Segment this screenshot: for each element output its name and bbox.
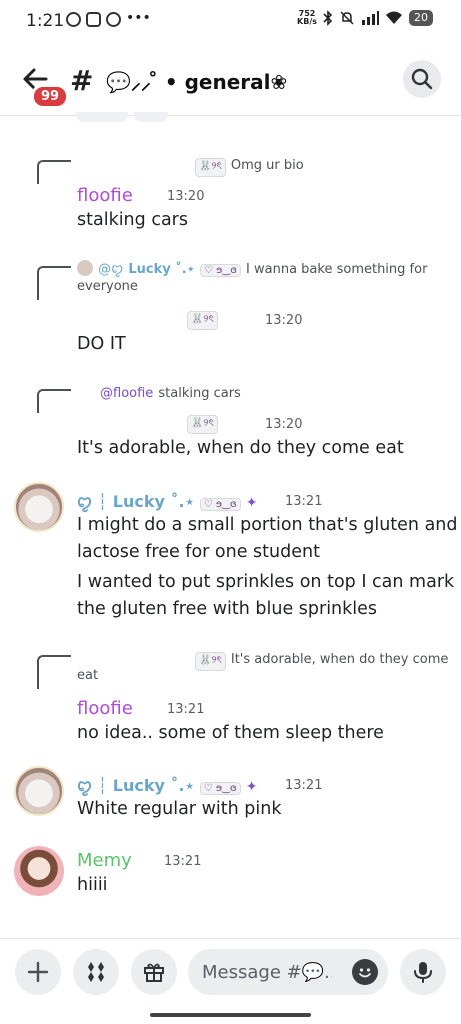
signal-icon [362,11,379,25]
reply-preview[interactable]: 🐰୨ৎ It's adorable, when do they come [195,648,448,671]
author-name[interactable]: ꨄ︎ ┆ Lucky ˚.⋆ [77,492,195,511]
avatar[interactable] [14,766,64,816]
author-tag: ♡ ɘ‿ɞ [199,264,241,277]
gift-button[interactable] [131,949,177,995]
author-name[interactable]: Memy [77,850,132,871]
channel-hash-icon: # [70,64,94,97]
reply-preview[interactable]: @floofie stalking cars [100,382,241,401]
gift-icon [144,963,164,982]
avatar [77,260,93,276]
notification-icons: ••• [66,10,151,27]
timestamp: 13:21 [164,854,202,869]
reply-connector [37,266,71,300]
messenger-icon [106,12,121,27]
message-text: the gluten free with blue sprinkles [77,599,378,619]
reply-mention: @floofie [100,386,154,401]
author-name[interactable]: floofie [77,185,133,206]
star-badge-icon: ✦ [245,495,258,511]
status-bar: 1:21 ••• 752 KB/s 20 [0,0,461,44]
instagram-icon [86,12,101,27]
home-indicator [150,1013,311,1017]
wifi-icon [386,11,402,24]
timestamp: 13:21 [285,778,323,793]
message-text: hiiii [77,875,108,895]
author-header: ꨄ︎ ┆ Lucky ˚.⋆ ♡ ɘ‿ɞ ✦ [77,773,258,797]
message-text: I might do a small portion that's gluten… [77,515,458,535]
reply-text-continued: eat [77,668,99,683]
message-text: lactose free for one student [77,542,320,562]
reply-connector [37,389,71,413]
reply-connector [37,655,71,689]
star-badge-icon: ✦ [245,779,258,795]
timestamp: 13:20 [265,417,303,432]
avatar[interactable] [14,482,64,532]
timestamp: 13:21 [167,702,205,717]
status-time: 1:21 [26,11,65,31]
channel-header: 99 # 💬⸝⸝ ̊ • general❀ › [0,44,461,116]
composer-bar [0,938,461,1024]
reply-preview[interactable]: @ꨄ︎ Lucky ˚.⋆ ♡ ɘ‿ɞ I wanna bake somethi… [77,258,427,278]
author-header: ꨄ︎ ┆ Lucky ˚.⋆ ♡ ɘ‿ɞ ✦ [77,489,258,513]
reply-mention: @ꨄ︎ [98,262,124,277]
author-tag: ♡ ɘ‿ɞ [199,782,241,795]
apps-button[interactable] [73,949,119,995]
voice-message-button[interactable] [400,949,446,995]
bluetooth-icon [323,10,333,26]
apps-icon [88,962,104,982]
plus-icon [27,961,49,983]
whatsapp-icon [66,12,81,27]
message-text: stalking cars [77,210,188,230]
emoji-button[interactable] [352,959,378,985]
battery-icon: 20 [409,10,433,26]
system-icons: 752 KB/s 20 [297,10,433,26]
add-attachment-button[interactable] [15,949,61,995]
message-text: White regular with pink [77,799,282,819]
channel-name[interactable]: 💬⸝⸝ ̊ • general❀ [106,68,287,95]
emoji-icon [359,968,371,978]
reply-text: stalking cars [158,386,241,401]
mute-icon [340,11,354,25]
author-tag[interactable]: 🐰୨ৎ [187,415,218,434]
reply-preview[interactable]: 🐰୨ৎ Omg ur bio [195,154,304,177]
microphone-icon [414,962,432,983]
reply-author: Lucky ˚.⋆ [128,262,195,277]
reaction-pill[interactable] [134,112,168,122]
reply-text: I wanna bake something for [246,262,428,277]
unread-badge: 99 [31,84,70,109]
message-text: It's adorable, when do they come eat [77,438,404,458]
message-text: no idea.. some of them sleep there [77,723,384,743]
author-tag: 🐰୨ৎ [195,652,226,671]
search-button[interactable] [403,60,441,98]
author-name[interactable]: ꨄ︎ ┆ Lucky ˚.⋆ [77,776,195,795]
timestamp: 13:20 [167,189,205,204]
timestamp: 13:21 [285,494,323,509]
author-tag[interactable]: 🐰୨ৎ [187,311,218,330]
author-name[interactable]: floofie [77,698,133,719]
search-icon [411,68,433,90]
reply-text: It's adorable, when do they come [230,652,449,667]
chevron-right-icon[interactable]: › [278,68,285,89]
reply-connector [37,160,71,184]
author-tag: ♡ ɘ‿ɞ [199,498,241,511]
network-speed: 752 KB/s [297,9,317,26]
reaction-pill[interactable] [76,112,128,122]
message-text: I wanted to put sprinkles on top I can m… [77,572,455,592]
message-input-box[interactable] [188,949,388,995]
timestamp: 13:20 [265,313,303,328]
reply-text-continued: everyone [77,279,138,294]
message-input[interactable] [202,959,332,985]
more-notifications-icon: ••• [126,10,151,26]
message-text: DO IT [77,334,126,354]
reply-text: Omg ur bio [230,158,304,173]
avatar[interactable] [14,846,64,896]
author-tag: 🐰୨ৎ [195,158,226,177]
